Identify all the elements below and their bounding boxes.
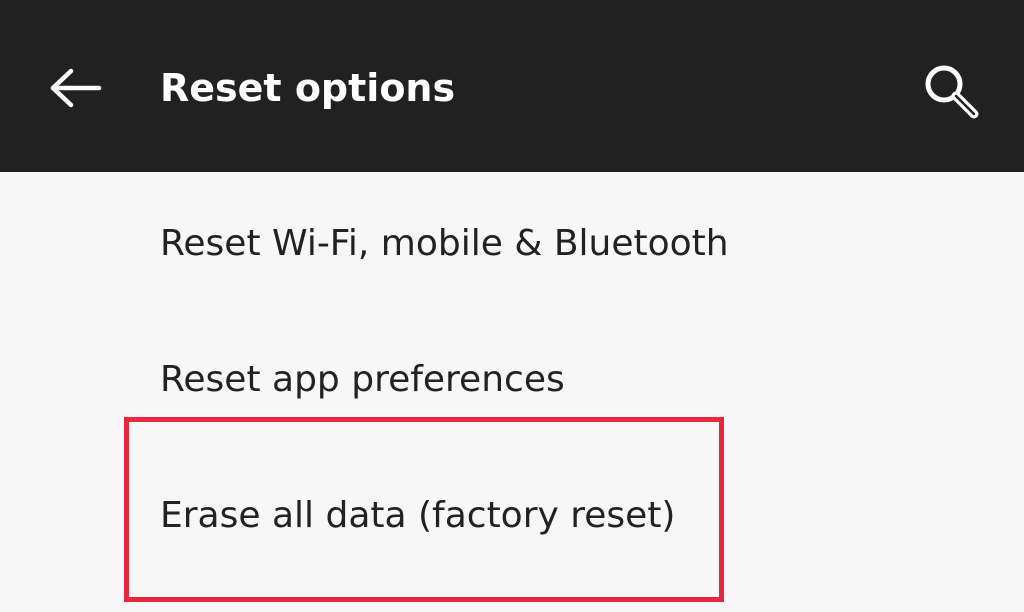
reset-options-list: Reset Wi-Fi, mobile & Bluetooth Reset ap… bbox=[0, 172, 1024, 612]
arrow-left-icon bbox=[50, 68, 102, 108]
list-item-label: Erase all data (factory reset) bbox=[160, 495, 676, 536]
list-item-label: Reset app preferences bbox=[160, 359, 565, 400]
list-item-reset-app-preferences[interactable]: Reset app preferences bbox=[0, 312, 1024, 448]
app-bar: Reset options bbox=[0, 0, 1024, 172]
search-icon bbox=[925, 65, 979, 119]
list-item-reset-network[interactable]: Reset Wi-Fi, mobile & Bluetooth bbox=[0, 176, 1024, 312]
list-item-factory-reset[interactable]: Erase all data (factory reset) bbox=[0, 448, 1024, 584]
list-item-label: Reset Wi-Fi, mobile & Bluetooth bbox=[160, 223, 729, 264]
settings-screen: Reset options Reset Wi-Fi, mobile & Blue… bbox=[0, 0, 1024, 612]
page-title: Reset options bbox=[160, 66, 456, 110]
back-button[interactable] bbox=[36, 56, 116, 120]
search-button[interactable] bbox=[912, 52, 992, 132]
